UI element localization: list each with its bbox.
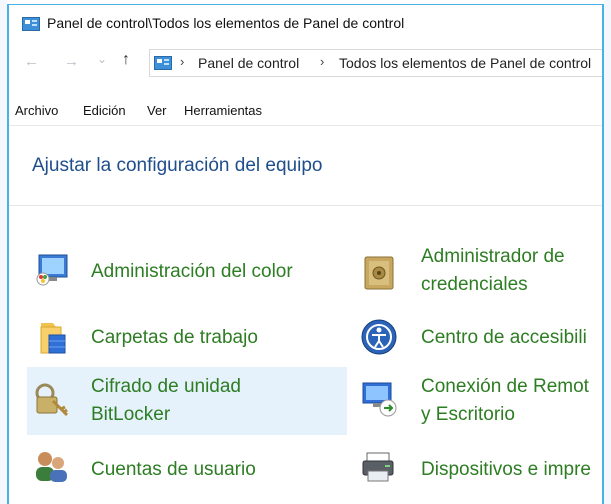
menu-herramientas[interactable]: Herramientas bbox=[184, 103, 262, 118]
color-management-icon bbox=[36, 254, 68, 286]
item-label: Dispositivos e impre bbox=[421, 459, 591, 480]
credential-manager-icon bbox=[364, 256, 394, 290]
up-arrow-icon[interactable]: ↑ bbox=[122, 51, 130, 69]
item-devices-printers[interactable]: Dispositivos e impre bbox=[357, 441, 602, 497]
menu-archivo[interactable]: Archivo bbox=[15, 103, 58, 118]
item-bitlocker[interactable]: Cifrado de unidad BitLocker bbox=[27, 367, 347, 435]
title-bar[interactable]: Panel de control\Todos los elementos de … bbox=[9, 5, 602, 43]
control-panel-window: Panel de control\Todos los elementos de … bbox=[7, 4, 604, 504]
item-label: Cuentas de usuario bbox=[91, 459, 256, 480]
ease-of-access-icon bbox=[361, 319, 397, 355]
item-ease-of-access[interactable]: Centro de accesibili bbox=[357, 309, 602, 365]
item-remote-desktop[interactable]: Conexión de Remot y Escritorio bbox=[357, 367, 602, 435]
item-user-accounts[interactable]: Cuentas de usuario bbox=[27, 441, 347, 497]
control-panel-icon bbox=[22, 17, 40, 31]
remote-desktop-icon bbox=[362, 382, 397, 417]
item-label: Carpetas de trabajo bbox=[91, 327, 258, 348]
navigation-bar: ← → ⌄ ↑ › Panel de control › Todos los e… bbox=[9, 45, 602, 81]
item-label: Centro de accesibili bbox=[421, 327, 587, 348]
item-color-management[interactable]: Administración del color bbox=[27, 243, 347, 299]
desktop-backdrop-right bbox=[604, 0, 611, 504]
desktop-backdrop-left bbox=[0, 0, 7, 504]
divider bbox=[9, 205, 602, 206]
devices-printers-icon bbox=[362, 452, 394, 482]
breadcrumb-all-items[interactable]: Todos los elementos de Panel de control bbox=[339, 55, 591, 71]
back-arrow-icon[interactable]: ← bbox=[24, 53, 39, 70]
page-heading: Ajustar la configuración del equipo bbox=[32, 155, 323, 176]
menu-edicion[interactable]: Edición bbox=[83, 103, 126, 118]
item-label: Administración del color bbox=[91, 261, 293, 282]
bitlocker-key-icon bbox=[35, 383, 69, 417]
breadcrumb-chevron-icon[interactable]: › bbox=[320, 54, 324, 69]
item-credential-manager[interactable]: Administrador de credenciales bbox=[357, 239, 602, 303]
item-label-line2: BitLocker bbox=[91, 404, 171, 425]
work-folders-icon bbox=[40, 323, 66, 354]
window-title: Panel de control\Todos los elementos de … bbox=[47, 15, 405, 31]
forward-arrow-icon[interactable]: → bbox=[64, 53, 79, 70]
recent-locations-chevron-icon[interactable]: ⌄ bbox=[97, 52, 107, 66]
item-work-folders[interactable]: Carpetas de trabajo bbox=[27, 309, 347, 365]
item-label-line1: Administrador de bbox=[421, 246, 565, 267]
item-label-line2: credenciales bbox=[421, 274, 528, 295]
item-label-line2: y Escritorio bbox=[421, 404, 515, 425]
breadcrumb-chevron-icon[interactable]: › bbox=[180, 54, 184, 69]
divider bbox=[9, 125, 602, 126]
address-bar[interactable]: › Panel de control › Todos los elementos… bbox=[149, 49, 602, 77]
item-label-line1: Conexión de Remot bbox=[421, 376, 589, 397]
user-accounts-icon bbox=[36, 452, 67, 482]
menu-ver[interactable]: Ver bbox=[147, 103, 167, 118]
breadcrumb-control-panel[interactable]: Panel de control bbox=[198, 55, 299, 71]
item-label-line1: Cifrado de unidad bbox=[91, 376, 241, 397]
menu-bar: Archivo Edición Ver Herramientas bbox=[9, 103, 602, 123]
control-panel-icon bbox=[154, 56, 172, 70]
